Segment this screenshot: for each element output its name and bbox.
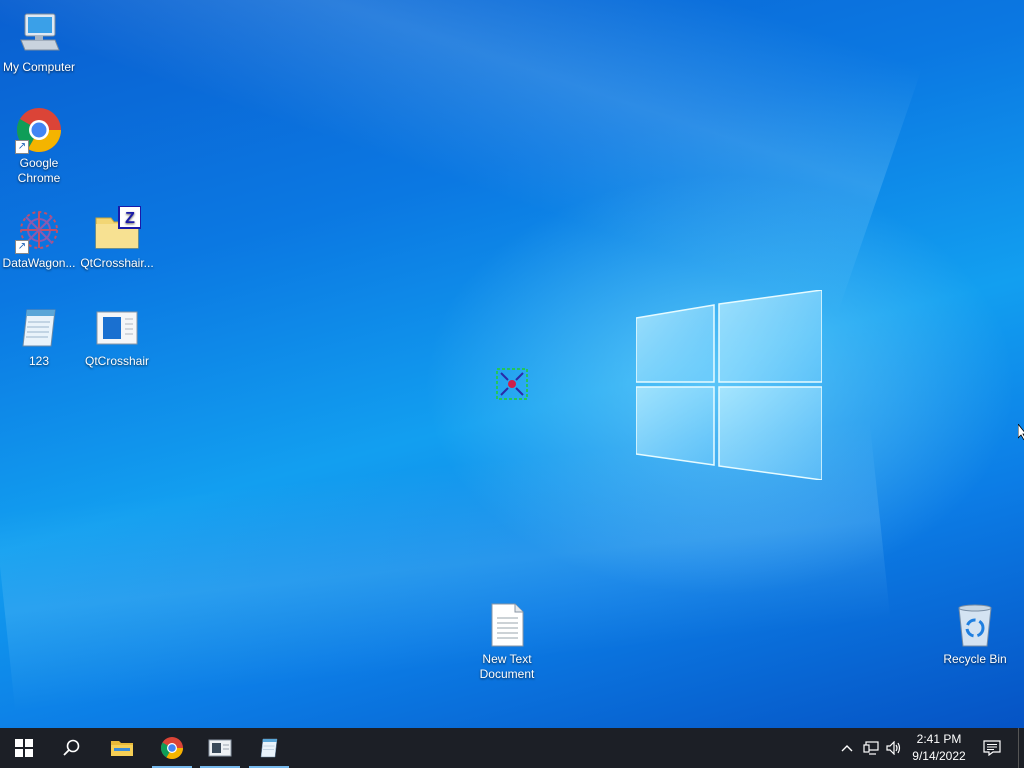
- file-explorer-button[interactable]: [98, 728, 146, 768]
- desktop-icon-notepad-123[interactable]: 123: [0, 304, 78, 369]
- clock-date: 9/14/2022: [912, 749, 966, 763]
- recycle-bin-icon: [951, 602, 999, 650]
- desktop-icon-recycle-bin[interactable]: Recycle Bin: [936, 602, 1014, 667]
- desktop-icon-label: My Computer: [2, 60, 76, 74]
- qtcrosshair-button[interactable]: [196, 728, 244, 768]
- desktop-icon-label: Google Chrome: [17, 156, 61, 185]
- chevron-up-icon: [841, 745, 853, 752]
- clock-time: 2:41 PM: [916, 732, 962, 746]
- desktop-icon-my-computer[interactable]: My Computer: [0, 10, 78, 75]
- desktop-icon-datawagon[interactable]: ↗ DataWagon...: [0, 206, 78, 271]
- computer-icon: [15, 10, 63, 58]
- show-hidden-icons-button[interactable]: [836, 728, 858, 768]
- app-window-icon: [208, 739, 232, 757]
- shortcut-arrow-icon: ↗: [15, 240, 29, 254]
- volume-button[interactable]: [883, 728, 905, 768]
- chrome-button[interactable]: [148, 728, 196, 768]
- desktop-icon-label: QtCrosshair...: [80, 256, 154, 270]
- search-icon: [63, 739, 80, 756]
- zip-folder-icon: Z: [93, 205, 142, 254]
- text-document-icon: [483, 602, 531, 650]
- network-icon: [863, 741, 879, 755]
- desktop-icon-label: New Text Document: [479, 652, 535, 681]
- crosshair-overlay-icon[interactable]: [496, 368, 528, 400]
- desktop-icon-label: DataWagon...: [2, 256, 76, 270]
- desktop-icon-label: Recycle Bin: [943, 652, 1007, 666]
- desktop-icon-google-chrome[interactable]: ↗ Google Chrome: [0, 106, 78, 186]
- notepad-button[interactable]: [245, 728, 293, 768]
- desktop-icon-label: 123: [28, 354, 50, 368]
- windows-logo-wallpaper: [636, 290, 822, 480]
- desktop: My Computer ↗ Google Chrome ↗ DataWagon.…: [0, 0, 1024, 728]
- svg-text:Z: Z: [125, 210, 135, 227]
- app-window-icon: [93, 304, 141, 352]
- windows-logo-icon: [15, 739, 33, 757]
- show-desktop-button[interactable]: [1018, 728, 1024, 768]
- notepad-icon: [15, 304, 63, 352]
- mouse-pointer-icon: [1018, 424, 1024, 440]
- clock[interactable]: 2:41 PM 9/14/2022: [906, 731, 972, 765]
- start-button[interactable]: [0, 728, 48, 768]
- datawagon-icon: ↗: [15, 206, 63, 254]
- search-button[interactable]: [48, 728, 96, 768]
- action-center-button[interactable]: [978, 728, 1006, 768]
- desktop-icon-new-text-document[interactable]: New Text Document: [468, 602, 546, 682]
- speaker-icon: [886, 741, 901, 755]
- chrome-icon: ↗: [15, 106, 63, 154]
- notification-icon: [983, 740, 1001, 756]
- desktop-icon-label: QtCrosshair: [84, 354, 149, 368]
- network-button[interactable]: [860, 728, 882, 768]
- chrome-icon: [160, 737, 183, 759]
- shortcut-arrow-icon: ↗: [15, 140, 29, 154]
- desktop-icon-qtcrosshair-zip[interactable]: Z QtCrosshair...: [78, 205, 156, 271]
- desktop-icon-qtcrosshair-app[interactable]: QtCrosshair: [78, 304, 156, 369]
- taskbar: 2:41 PM 9/14/2022: [0, 728, 1024, 768]
- notepad-icon: [260, 738, 278, 758]
- folder-icon: [111, 741, 133, 756]
